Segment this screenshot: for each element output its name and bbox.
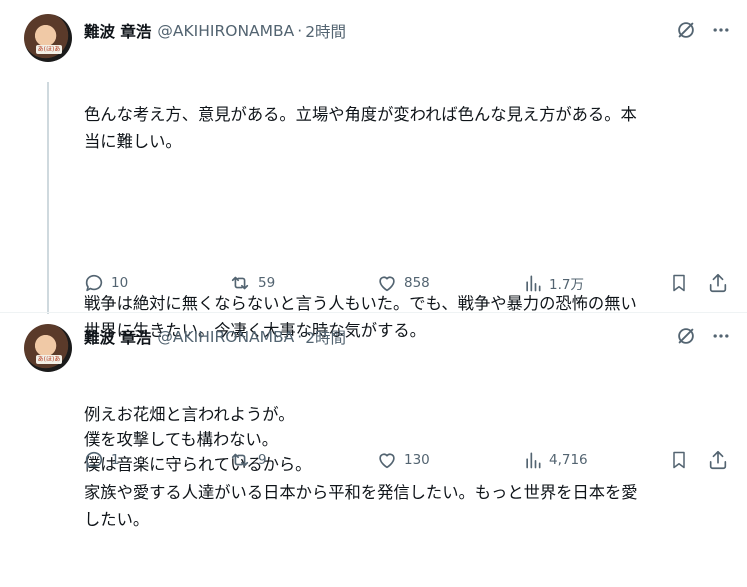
- separator: ·: [297, 328, 303, 346]
- views-icon: [523, 450, 543, 470]
- repost-count: 59: [258, 275, 276, 291]
- grok-icon[interactable]: [675, 19, 697, 41]
- views-icon: [523, 273, 543, 293]
- bookmark-icon: [669, 272, 689, 294]
- action-bar: 10 59 858 1.7万: [83, 271, 733, 295]
- bookmark-icon: [669, 449, 689, 471]
- avatar-badge: あ(ほ)あ: [36, 355, 62, 364]
- tweet[interactable]: あ(ほ)あ 難波 章浩 @AKIHIRONAMBA · 2時間 例えお花畑と言わ…: [0, 312, 747, 488]
- author-handle[interactable]: @AKIHIRONAMBA: [157, 328, 294, 346]
- repost-icon: [228, 449, 252, 471]
- like-button[interactable]: 858: [376, 271, 430, 295]
- separator: ·: [297, 22, 303, 40]
- like-icon: [376, 272, 398, 294]
- tweet[interactable]: あ(ほ)あ 難波 章浩 @AKIHIRONAMBA · 2時間 色んな考え方、意…: [0, 0, 747, 529]
- author-name[interactable]: 難波 章浩: [84, 326, 151, 348]
- avatar[interactable]: あ(ほ)あ: [24, 14, 72, 62]
- like-count: 858: [404, 275, 430, 291]
- top-icons: [675, 325, 731, 347]
- reply-icon: [83, 449, 105, 471]
- timestamp[interactable]: 2時間: [305, 20, 346, 42]
- repost-count: 9: [258, 452, 267, 468]
- share-button[interactable]: [707, 271, 729, 295]
- share-icon: [707, 449, 729, 471]
- bookmark-button[interactable]: [669, 448, 689, 472]
- tweet-header: 難波 章浩 @AKIHIRONAMBA · 2時間: [84, 326, 346, 348]
- bookmark-button[interactable]: [669, 271, 689, 295]
- tweet-header: 難波 章浩 @AKIHIRONAMBA · 2時間: [84, 20, 346, 42]
- reply-button[interactable]: 1: [83, 448, 120, 472]
- views-count: 4,716: [549, 452, 588, 468]
- repost-icon: [228, 272, 252, 294]
- action-bar: 1 9 130 4,716: [83, 448, 733, 472]
- reply-count: 10: [111, 275, 129, 291]
- more-icon[interactable]: [711, 20, 731, 40]
- avatar[interactable]: あ(ほ)あ: [24, 324, 72, 372]
- more-icon[interactable]: [711, 326, 731, 346]
- repost-button[interactable]: 59: [228, 271, 275, 295]
- like-icon: [376, 449, 398, 471]
- reply-button[interactable]: 10: [83, 271, 128, 295]
- views-button[interactable]: 1.7万: [523, 271, 584, 295]
- top-icons: [675, 19, 731, 41]
- reply-icon: [83, 272, 105, 294]
- author-handle[interactable]: @AKIHIRONAMBA: [157, 22, 294, 40]
- avatar-badge: あ(ほ)あ: [36, 45, 62, 54]
- tweet-text: 例えお花畑と言われようが。 僕を攻撃しても構わない。 僕は音楽に守られているから…: [84, 352, 729, 527]
- tweet-paragraph: 色んな考え方、意見がある。立場や角度が変われば色んな見え方がある。本 当に難しい…: [84, 105, 637, 151]
- share-button[interactable]: [707, 448, 729, 472]
- author-name[interactable]: 難波 章浩: [84, 20, 151, 42]
- grok-icon[interactable]: [675, 325, 697, 347]
- views-count: 1.7万: [549, 277, 584, 293]
- like-count: 130: [404, 452, 430, 468]
- timestamp[interactable]: 2時間: [305, 326, 346, 348]
- reply-count: 1: [111, 452, 120, 468]
- thread-line: [47, 82, 49, 314]
- views-button[interactable]: 4,716: [523, 448, 588, 472]
- repost-button[interactable]: 9: [228, 448, 267, 472]
- like-button[interactable]: 130: [376, 448, 430, 472]
- share-icon: [707, 272, 729, 294]
